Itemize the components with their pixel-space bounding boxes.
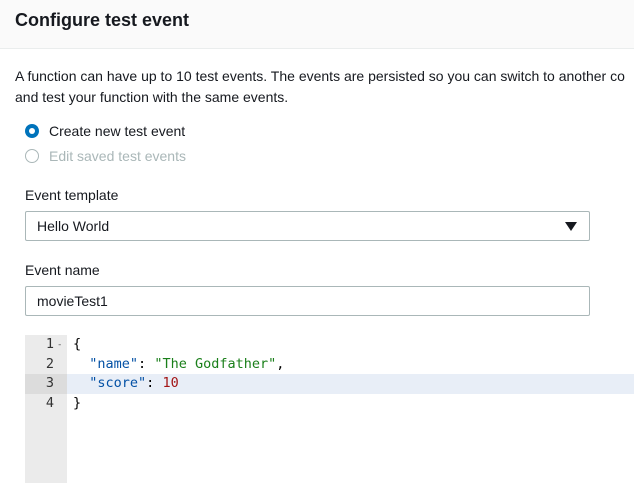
code-colon: :	[146, 375, 163, 391]
fold-toggle-icon[interactable]: -	[57, 336, 62, 356]
description-line-2: and test your function with the same eve…	[15, 89, 289, 105]
line-number: 2	[45, 355, 54, 372]
code-colon: :	[138, 355, 155, 372]
event-template-value: Hello World	[37, 218, 110, 234]
dialog-title: Configure test event	[15, 10, 190, 30]
code-line-3: "score": 10	[73, 374, 179, 394]
code-value-score: 10	[162, 375, 179, 391]
code-value-name: "The Godfather"	[154, 355, 277, 372]
create-new-test-event-label: Create new test event	[49, 123, 186, 139]
code-key-score: "score"	[89, 375, 147, 391]
code-close-brace: }	[73, 394, 82, 411]
edit-saved-test-events-label: Edit saved test events	[49, 148, 186, 164]
event-name-label: Event name	[25, 262, 100, 278]
code-key-name: "name"	[89, 355, 139, 372]
line-number: 1	[45, 336, 54, 352]
code-line-1: {	[73, 335, 81, 355]
code-open-brace: {	[73, 336, 82, 352]
dialog-header: Configure test event	[0, 0, 634, 49]
code-comma: ,	[276, 355, 285, 372]
event-template-select[interactable]: Hello World	[25, 211, 590, 241]
code-line-2: "name": "The Godfather",	[73, 355, 284, 375]
dropdown-caret-icon	[565, 222, 577, 231]
description-line-1: A function can have up to 10 test events…	[15, 68, 625, 84]
event-name-input[interactable]	[25, 286, 590, 316]
radio-selected-icon[interactable]	[25, 124, 39, 138]
json-code-editor[interactable]: 1 - 2 3 4 { "name": "The Godfather", "sc…	[25, 335, 634, 483]
line-number: 3	[45, 375, 54, 391]
radio-unselected-icon[interactable]	[25, 149, 39, 163]
dialog-description: A function can have up to 10 test events…	[15, 66, 634, 108]
line-number: 4	[45, 394, 54, 411]
edit-saved-test-events-option[interactable]: Edit saved test events	[25, 146, 186, 166]
event-template-label: Event template	[25, 187, 119, 203]
create-new-test-event-option[interactable]: Create new test event	[25, 121, 185, 141]
code-line-4: }	[73, 394, 81, 414]
